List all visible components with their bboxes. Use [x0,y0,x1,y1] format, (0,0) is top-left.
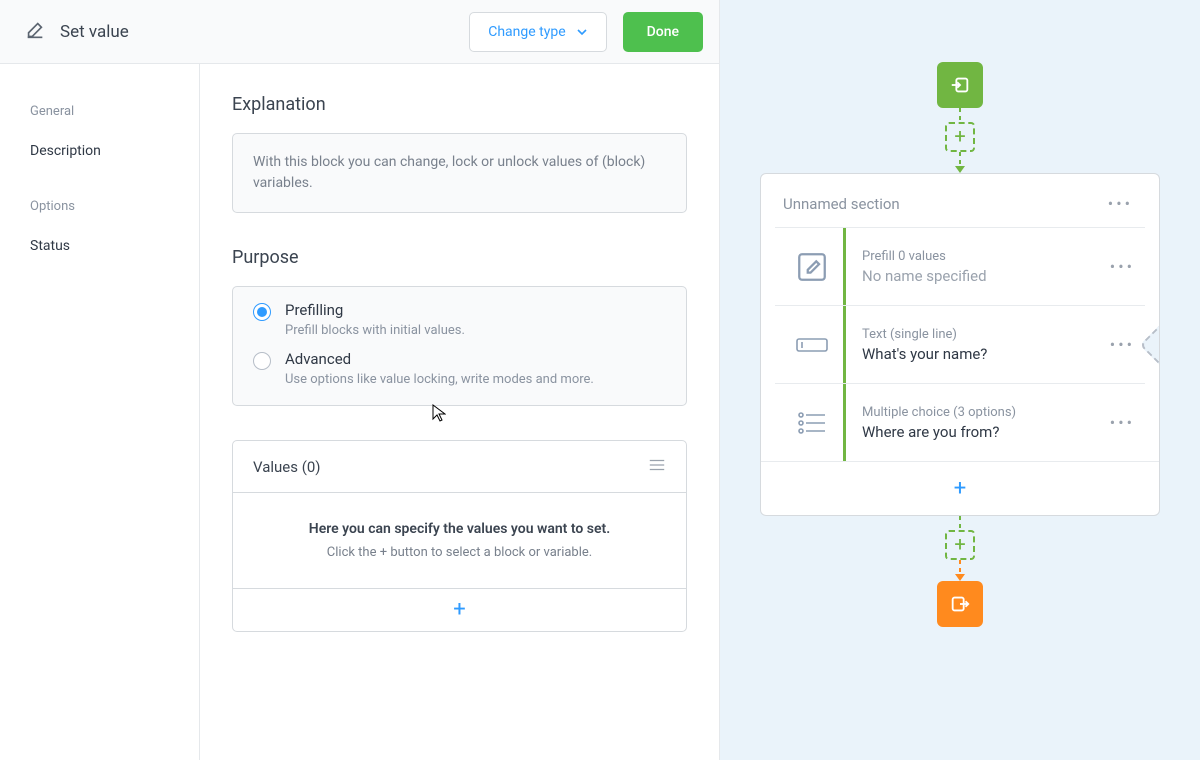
arrow-down-icon [955,574,965,581]
explanation-panel: With this block you can change, lock or … [232,133,687,213]
editor-panel: Set value Change type Done General Descr… [0,0,720,760]
editor-header: Set value Change type Done [0,0,719,64]
cursor-icon [432,404,446,426]
purpose-panel: Prefilling Prefill blocks with initial v… [232,286,687,406]
sidebar-group-general: General [0,94,199,129]
purpose-heading: Purpose [232,247,687,268]
add-node-button[interactable]: + [945,530,975,560]
section-row-multichoice[interactable]: Multiple choice (3 options) Where are yo… [775,383,1145,461]
edit-icon [781,250,843,284]
edit-icon [24,19,46,45]
editor-main: Explanation With this block you can chan… [200,64,719,760]
list-icon [781,410,843,436]
values-header: Values (0) [233,441,686,493]
values-panel: Values (0) Here you can specify the valu… [232,440,687,632]
start-node[interactable] [937,62,983,108]
sidebar-item-status[interactable]: Status [0,224,199,268]
radio-icon [253,303,271,321]
text-input-icon [781,335,843,355]
row-menu-button[interactable]: ••• [1106,255,1139,278]
flow-canvas[interactable]: + Unnamed section ••• Prefill 0 values N… [720,0,1200,760]
chevron-down-icon [576,26,588,38]
section-title[interactable]: Unnamed section [783,195,900,213]
section-menu-button[interactable]: ••• [1104,192,1137,215]
section-card: Unnamed section ••• Prefill 0 values No … [760,173,1160,516]
section-add-button[interactable]: + [761,461,1159,515]
page-title: Set value [60,22,129,42]
sidebar-item-description[interactable]: Description [0,129,199,173]
values-empty-state: Here you can specify the values you want… [233,493,686,589]
connector [959,108,961,122]
change-type-label: Change type [488,24,565,40]
done-button[interactable]: Done [623,12,703,52]
row-menu-button[interactable]: ••• [1106,411,1139,434]
values-add-button[interactable]: + [233,589,686,631]
values-heading: Values (0) [253,458,321,476]
connector [959,152,961,166]
sidebar-group-options: Options [0,189,199,224]
section-row-setvalue[interactable]: Prefill 0 values No name specified ••• [775,227,1145,305]
explanation-text: With this block you can change, lock or … [253,152,666,194]
change-type-button[interactable]: Change type [469,12,606,52]
section-row-text[interactable]: Text (single line) What's your name? ••• [775,305,1145,383]
menu-icon[interactable] [648,457,666,476]
end-node[interactable] [937,581,983,627]
purpose-option-advanced[interactable]: Advanced Use options like value locking,… [233,344,686,405]
connector [959,516,961,530]
editor-sidebar: General Description Options Status [0,64,200,760]
connector [959,560,961,574]
purpose-option-prefilling[interactable]: Prefilling Prefill blocks with initial v… [233,287,686,344]
explanation-heading: Explanation [232,94,687,115]
row-menu-button[interactable]: ••• [1106,333,1139,356]
arrow-down-icon [955,166,965,173]
add-node-button[interactable]: + [945,122,975,152]
radio-icon [253,352,271,370]
